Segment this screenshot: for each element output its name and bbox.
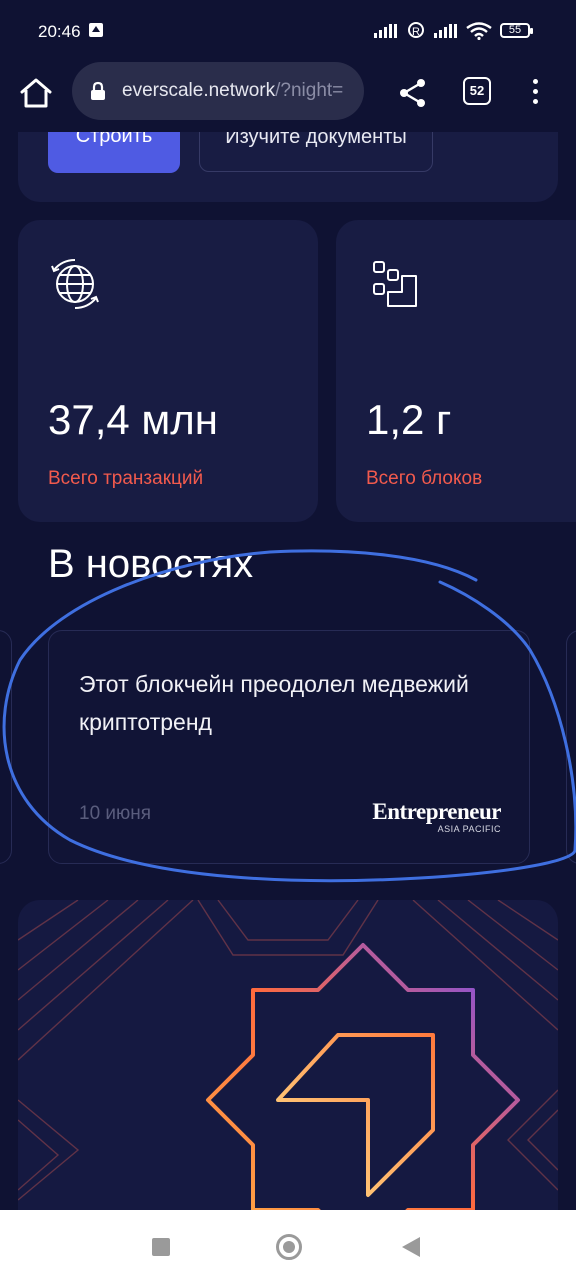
hero-graphic-card [18, 900, 558, 1210]
wifi-icon [466, 22, 492, 40]
battery-icon: 55 [500, 23, 533, 38]
back-icon[interactable] [402, 1237, 420, 1257]
status-bar: 20:46 R 55 [0, 0, 576, 62]
docs-button[interactable]: Изучите документы [199, 132, 433, 172]
roaming-icon: R [408, 22, 424, 38]
stat-value-transactions: 37,4 млн [48, 396, 218, 443]
stat-value-blocks: 1,2 г [366, 396, 452, 443]
build-button[interactable]: Строить [48, 132, 180, 173]
recents-icon[interactable] [152, 1238, 170, 1256]
more-vert-icon[interactable] [530, 76, 540, 108]
news-section-title: В новостях [48, 542, 254, 586]
everscale-logo-graphic [18, 900, 558, 1210]
entrepreneur-logo: Entrepreneur ASIA PACIFIC [372, 799, 501, 835]
news-date: 10 июня [79, 803, 152, 824]
url-path: /?night= [275, 80, 344, 101]
signal-icon [374, 24, 397, 38]
web-content: Строить Изучите документы 37,4 млн 1,2 г… [0, 132, 576, 1210]
news-headline: Этот блокчейн преодолел медвежий криптот… [79, 671, 469, 735]
url-text: everscale.network/?night= [122, 80, 343, 102]
news-card-previous[interactable] [0, 630, 12, 864]
logo-sub: ASIA PACIFIC [437, 824, 501, 834]
url-host: everscale.network [122, 80, 276, 101]
lock-icon [91, 81, 105, 100]
status-time: 20:46 [38, 22, 81, 41]
blocks-icon [373, 261, 417, 307]
system-nav-bar [0, 1210, 576, 1280]
share-icon[interactable] [396, 76, 430, 110]
news-card[interactable]: Этот блокчейн преодолел медвежий криптот… [48, 630, 530, 864]
news-card-next[interactable] [566, 630, 576, 864]
stat-label-blocks: Всего блоков [366, 468, 483, 489]
home-icon[interactable] [18, 75, 54, 111]
upload-notification-icon [89, 23, 103, 37]
address-bar[interactable]: everscale.network/?night= [72, 62, 364, 120]
home-nav-icon[interactable] [276, 1234, 302, 1260]
globe-sync-icon [51, 259, 99, 309]
intro-card: Строить Изучите документы [18, 132, 558, 202]
logo-name: Entrepreneur [372, 799, 501, 824]
browser-toolbar: everscale.network/?night= 52 [0, 62, 576, 132]
signal-icon-2 [434, 24, 457, 38]
tab-switcher-button[interactable]: 52 [463, 77, 491, 105]
stat-label-transactions: Всего транзакций [48, 468, 204, 489]
